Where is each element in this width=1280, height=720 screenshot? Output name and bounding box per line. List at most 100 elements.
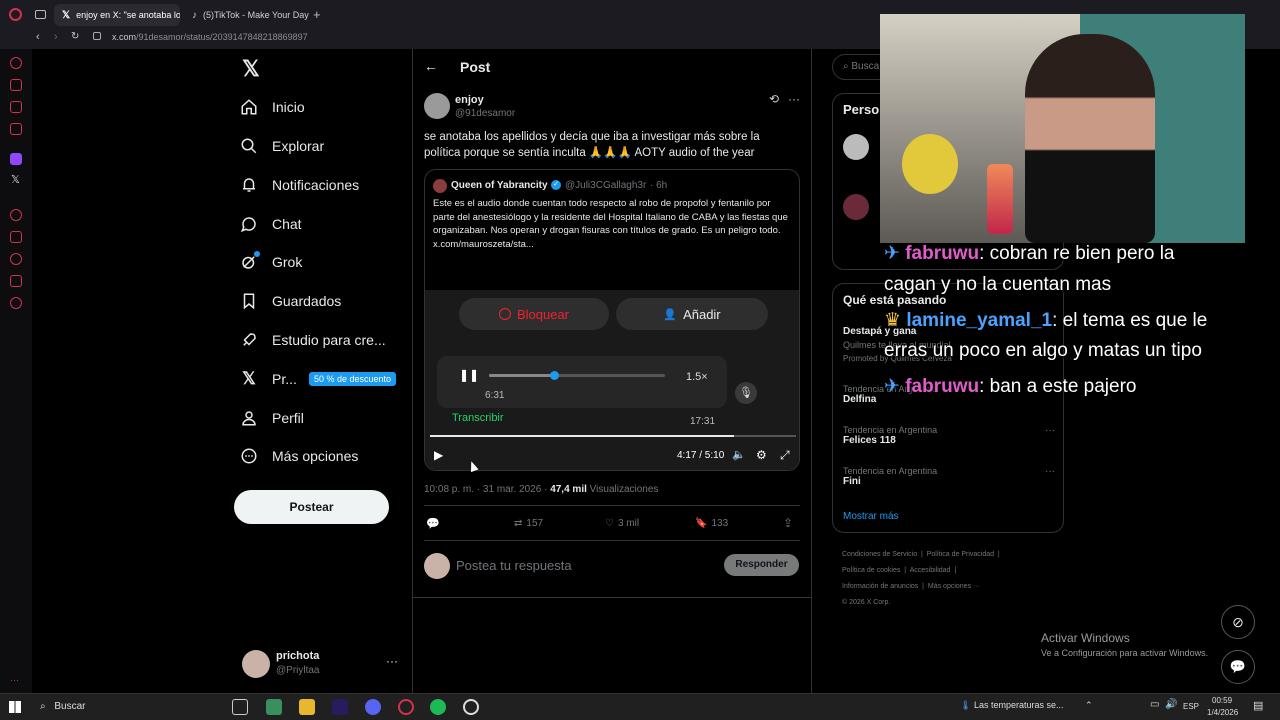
add-contact-button[interactable]: 👤 Añadir (616, 298, 768, 330)
nav-profile[interactable]: Perfil (240, 404, 304, 432)
x-logo-icon[interactable]: 𝕏 (242, 56, 260, 82)
obs-icon[interactable] (463, 699, 479, 715)
x-shortcut-icon[interactable]: 𝕏 (11, 173, 20, 186)
sidebar-shortcut-icon[interactable] (10, 275, 22, 287)
nav-more[interactable]: Más opciones (240, 442, 358, 470)
more-dots-icon[interactable]: ··· (1045, 425, 1055, 436)
footer-link[interactable]: Más opciones ··· (928, 583, 980, 590)
sidebar-shortcut-icon[interactable] (10, 101, 22, 113)
trend-item[interactable]: Tendencia en Argentina Felices 118 ··· (843, 425, 1055, 446)
show-more-link[interactable]: Mostrar más (843, 511, 899, 522)
twitch-icon[interactable] (10, 153, 22, 165)
tab-overview-icon[interactable] (35, 10, 46, 19)
video-progress-bar[interactable] (430, 435, 796, 437)
premium-discount-badge[interactable]: 50 % de descuento (309, 372, 397, 386)
back-icon[interactable]: ‹ (36, 31, 40, 43)
network-icon[interactable]: ▭ (1150, 699, 1159, 710)
audio-speed[interactable]: 1.5× (686, 371, 708, 383)
bookmark-action[interactable]: 🔖 133 (695, 518, 728, 529)
browser-logo-icon[interactable] (9, 8, 22, 21)
settings-icon[interactable] (10, 297, 22, 309)
nav-home[interactable]: Inicio (240, 93, 305, 121)
audio-scrubber[interactable] (550, 371, 560, 380)
audio-track[interactable] (489, 371, 665, 380)
tray-chevron-icon[interactable]: ⌃ (1085, 700, 1093, 711)
share-icon[interactable]: ⇪ (783, 516, 793, 530)
author-name[interactable]: enjoy (455, 94, 484, 106)
file-explorer-icon[interactable] (299, 699, 315, 715)
bold-app-icon[interactable] (266, 699, 282, 715)
premiere-icon[interactable] (332, 699, 348, 715)
microphone-icon[interactable]: 🎙 (735, 382, 757, 404)
spotify-icon[interactable] (430, 699, 446, 715)
sidebar-shortcut-icon[interactable] (10, 57, 22, 69)
transcribe-link[interactable]: Transcribir (452, 412, 504, 424)
fullscreen-icon[interactable]: ⤢ (780, 448, 790, 463)
notification-icon[interactable]: ▤ (1253, 699, 1263, 712)
video-player[interactable]: Bloquear 👤 Añadir ❚❚ 6:31 1.5× 🎙 Transcr… (425, 290, 799, 470)
post-timestamp[interactable]: 10:08 p. m. · 31 mar. 2026 · (424, 484, 547, 495)
footer-link[interactable]: Política de Privacidad (927, 551, 994, 558)
nav-explore[interactable]: Explorar (240, 132, 324, 160)
video-progress-fill (430, 435, 734, 437)
avatar[interactable] (424, 93, 450, 119)
author-handle[interactable]: @91desamor (455, 108, 515, 119)
block-button[interactable]: Bloquear (459, 298, 609, 330)
settings-gear-icon[interactable]: ⚙ (756, 448, 767, 462)
taskbar-search[interactable]: ⌕ Buscar (34, 697, 224, 717)
footer-link[interactable]: Accesibilidad (910, 567, 951, 574)
more-dots-icon[interactable]: ··· (386, 654, 398, 668)
clock-date[interactable]: 1/4/2026 (1207, 708, 1238, 717)
reply-button[interactable]: Responder (724, 554, 799, 576)
new-tab-button[interactable]: + (313, 7, 321, 22)
more-dots-icon[interactable]: ··· (1045, 466, 1055, 477)
trend-item[interactable]: Tendencia en Argentina Fini ··· (843, 466, 1055, 487)
retweet-action[interactable]: ⇄ 157 (514, 518, 543, 529)
views-count: 47,4 mil (550, 484, 587, 495)
footer-link[interactable]: Condiciones de Servicio (842, 551, 917, 558)
volume-icon[interactable]: 🔊 (1165, 699, 1177, 710)
nav-creator-studio[interactable]: Estudio para cre... (240, 326, 386, 354)
pause-icon[interactable]: ❚❚ (459, 368, 479, 382)
sidebar-shortcut-icon[interactable] (10, 209, 22, 221)
avatar[interactable] (843, 134, 869, 160)
weather-widget[interactable]: 🌡 Las temperaturas se... (960, 700, 1064, 711)
messages-floating-button[interactable]: 💬 (1221, 650, 1255, 684)
more-icon[interactable]: ··· (10, 675, 19, 685)
clock-time[interactable]: 00:59 (1212, 696, 1232, 705)
nav-premium[interactable]: 𝕏 Pr... (240, 365, 297, 393)
tab-x-post[interactable]: 𝕏 enjoy en X: "se anotaba lo (54, 4, 180, 26)
play-icon[interactable]: ▶ (434, 448, 443, 462)
url-field[interactable]: x.com/91desamor/status/20391478482188698… (112, 32, 308, 42)
volume-icon[interactable]: 🔈 (732, 448, 746, 461)
reply-input[interactable]: Postea tu respuesta (456, 558, 572, 573)
sidebar-shortcut-icon[interactable] (10, 231, 22, 243)
account-switcher[interactable]: prichota @Priyltaa ··· (240, 648, 400, 680)
avatar[interactable] (843, 194, 869, 220)
post-button[interactable]: Postear (234, 490, 389, 524)
grok-explain-icon[interactable]: ⟲ (769, 92, 779, 106)
discord-icon[interactable] (365, 699, 381, 715)
nav-chat[interactable]: Chat (240, 210, 302, 238)
reload-icon[interactable]: ↻ (71, 31, 79, 42)
more-dots-icon[interactable]: ··· (788, 92, 800, 106)
sidebar-shortcut-icon[interactable] (10, 123, 22, 135)
grok-floating-button[interactable]: ⊘ (1221, 605, 1255, 639)
footer-link[interactable]: Información de anuncios (842, 583, 918, 590)
sidebar-shortcut-icon[interactable] (10, 253, 22, 265)
nav-grok[interactable]: Grok (240, 248, 302, 276)
opera-gx-icon[interactable] (398, 699, 414, 715)
reply-action[interactable]: 💬 (426, 517, 440, 530)
back-arrow-icon[interactable]: ← (424, 58, 438, 74)
language-indicator[interactable]: ESP (1183, 702, 1199, 711)
nav-notifications[interactable]: Notificaciones (240, 171, 359, 199)
windows-start-icon[interactable] (9, 701, 21, 713)
tab-tiktok[interactable]: ♪ (5)TikTok - Make Your Day (184, 4, 310, 26)
forward-icon[interactable]: › (54, 31, 58, 43)
like-action[interactable]: ♡ 3 mil (605, 518, 639, 529)
sidebar-shortcut-icon[interactable] (10, 79, 22, 91)
footer-link[interactable]: Política de cookies (842, 567, 900, 574)
task-view-icon[interactable] (232, 699, 248, 715)
nav-bookmarks[interactable]: Guardados (240, 287, 341, 315)
quoted-post[interactable]: Queen of Yabrancity ✓ @Juli3CGallagh3r ·… (424, 169, 800, 471)
